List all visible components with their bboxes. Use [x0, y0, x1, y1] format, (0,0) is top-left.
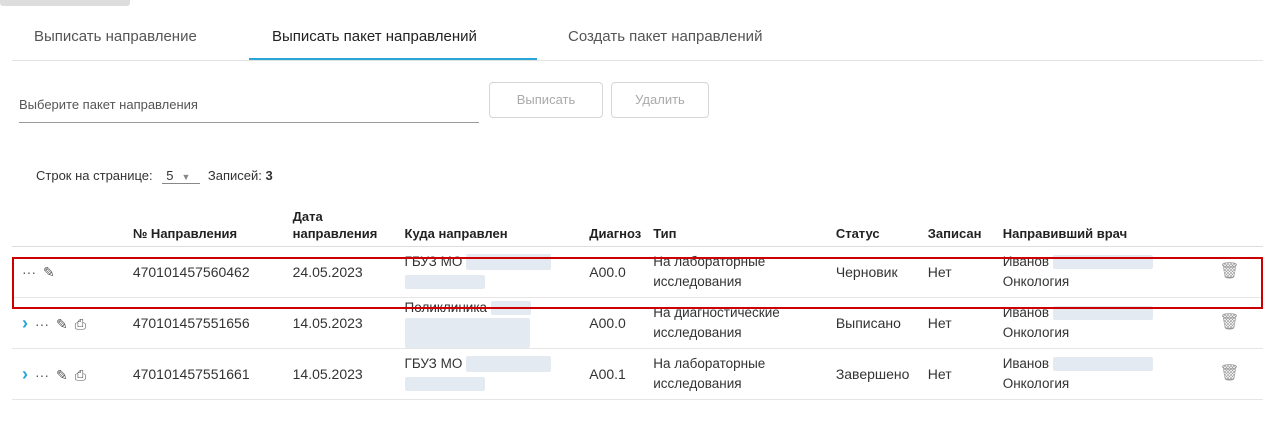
booked-header[interactable]: Записан — [921, 208, 997, 247]
referrals-table: № Направления Дата направления Куда напра… — [12, 208, 1263, 400]
number-header[interactable]: № Направления — [126, 208, 287, 247]
doctor-dept: Онкология — [1002, 376, 1070, 391]
doctor-dept: Онкология — [1002, 274, 1070, 289]
active-tab-indicator — [249, 58, 537, 60]
cell-doctor: Иванов Онкология — [996, 297, 1197, 349]
more-icon[interactable]: ··· — [22, 262, 36, 282]
cell-destination: Поликлиника — [398, 297, 584, 349]
type-header[interactable]: Тип — [647, 208, 830, 247]
cell-destination: ГБУЗ МО — [398, 246, 584, 298]
cell-type: На диагностические исследования — [647, 297, 830, 349]
redacted-block — [404, 318, 530, 348]
cell-booked: Нет — [921, 246, 997, 298]
cell-diagnosis: A00.0 — [583, 297, 648, 349]
records-label: Записей: — [207, 168, 262, 183]
table-row[interactable]: ··· ✎ 470101457560462 24.05.2023 ГБУЗ МО … — [12, 246, 1263, 298]
cell-date: 14.05.2023 — [286, 348, 399, 400]
redacted-block — [1052, 357, 1153, 372]
row-actions: ··· ✎ — [12, 246, 127, 298]
redacted-block — [404, 275, 485, 290]
doctor-name: Иванов — [1002, 254, 1050, 269]
destination-text: ГБУЗ МО — [404, 356, 463, 371]
cell-doctor: Иванов Онкология — [996, 348, 1197, 400]
more-icon[interactable]: ··· — [35, 365, 49, 385]
redacted-block — [490, 301, 531, 316]
redacted-block — [1052, 255, 1153, 270]
cell-booked: Нет — [921, 348, 997, 400]
cell-status: Черновик — [829, 246, 922, 298]
more-icon[interactable]: ··· — [35, 314, 49, 334]
redacted-block — [466, 254, 552, 271]
edit-icon[interactable]: ✎ — [43, 262, 55, 282]
doctor-name: Иванов — [1002, 305, 1050, 320]
rows-per-page-value: 5 — [166, 168, 174, 183]
print-icon[interactable]: ⎙ — [75, 314, 86, 334]
tab-issue-referral[interactable]: Выписать направление — [34, 14, 197, 60]
pagination-info: Строк на странице: 5 ▼ Записей: 3 — [36, 168, 273, 184]
chevron-right-icon[interactable]: › — [22, 364, 28, 384]
destination-text: Поликлиника — [404, 300, 488, 315]
table-row[interactable]: › ··· ✎ ⎙ 470101457551656 14.05.2023 Поликл… — [12, 297, 1263, 349]
table-header-row: № Направления Дата направления Куда напра… — [12, 208, 1263, 247]
package-select-input[interactable] — [19, 90, 479, 118]
package-select[interactable] — [19, 90, 479, 123]
cell-destination: ГБУЗ МО — [398, 348, 584, 400]
cell-doctor: Иванов Онкология — [996, 246, 1197, 298]
cell-date: 24.05.2023 — [286, 246, 399, 298]
edit-icon[interactable]: ✎ — [56, 365, 68, 385]
tab-issue-package[interactable]: Выписать пакет направлений — [272, 14, 477, 60]
delete-button[interactable]: Удалить — [611, 82, 709, 118]
header-fragment — [0, 0, 130, 6]
rows-per-page-select[interactable]: 5 ▼ — [162, 168, 201, 184]
chevron-down-icon: ▼ — [181, 172, 191, 182]
tab-create-package[interactable]: Создать пакет направлений — [568, 14, 762, 60]
type-line1: На лабораторные — [653, 254, 766, 269]
cell-booked: Нет — [921, 297, 997, 349]
redacted-block — [466, 356, 552, 373]
delete-header — [1196, 208, 1263, 247]
cell-type: На лабораторные исследования — [647, 348, 830, 400]
cell-diagnosis: A00.0 — [583, 246, 648, 298]
destination-text: ГБУЗ МО — [404, 254, 463, 269]
destination-header[interactable]: Куда направлен — [398, 208, 584, 247]
chevron-right-icon[interactable]: › — [22, 313, 28, 333]
type-line2: исследования — [653, 274, 742, 289]
cell-type: На лабораторные исследования — [647, 246, 830, 298]
date-header[interactable]: Дата направления — [286, 208, 399, 247]
doctor-header[interactable]: Направивший врач — [996, 208, 1197, 247]
rows-per-page-label: Строк на странице: — [36, 168, 153, 183]
actions-header — [12, 208, 127, 247]
cell-diagnosis: A00.1 — [583, 348, 648, 400]
cell-number: 470101457551656 — [126, 297, 287, 349]
issue-button[interactable]: Выписать — [489, 82, 603, 118]
trash-icon[interactable]: 🗑 — [1196, 246, 1263, 298]
redacted-block — [1052, 306, 1153, 321]
redacted-block — [404, 377, 485, 392]
type-line1: На диагностические — [653, 305, 780, 320]
cell-number: 470101457551661 — [126, 348, 287, 400]
date-header-line1: Дата — [292, 209, 323, 224]
date-header-line2: направления — [292, 226, 378, 241]
row-actions: › ··· ✎ ⎙ — [12, 348, 127, 400]
status-header[interactable]: Статус — [829, 208, 922, 247]
trash-icon[interactable]: 🗑 — [1196, 348, 1263, 400]
records-count: 3 — [265, 168, 273, 183]
edit-icon[interactable]: ✎ — [56, 314, 68, 334]
cell-date: 14.05.2023 — [286, 297, 399, 349]
cell-status: Выписано — [829, 297, 922, 349]
type-line1: На лабораторные — [653, 356, 766, 371]
table-row[interactable]: › ··· ✎ ⎙ 470101457551661 14.05.2023 ГБУЗ М… — [12, 348, 1263, 400]
trash-icon[interactable]: 🗑 — [1196, 297, 1263, 349]
doctor-name: Иванов — [1002, 356, 1050, 371]
row-actions: › ··· ✎ ⎙ — [12, 297, 127, 349]
type-line2: исследования — [653, 325, 742, 340]
diagnosis-header[interactable]: Диагноз — [583, 208, 648, 247]
tab-bar: Выписать направление Выписать пакет напр… — [12, 14, 1263, 61]
cell-status: Завершено — [829, 348, 922, 400]
print-icon[interactable]: ⎙ — [75, 365, 86, 385]
type-line2: исследования — [653, 376, 742, 391]
doctor-dept: Онкология — [1002, 325, 1070, 340]
cell-number: 470101457560462 — [126, 246, 287, 298]
